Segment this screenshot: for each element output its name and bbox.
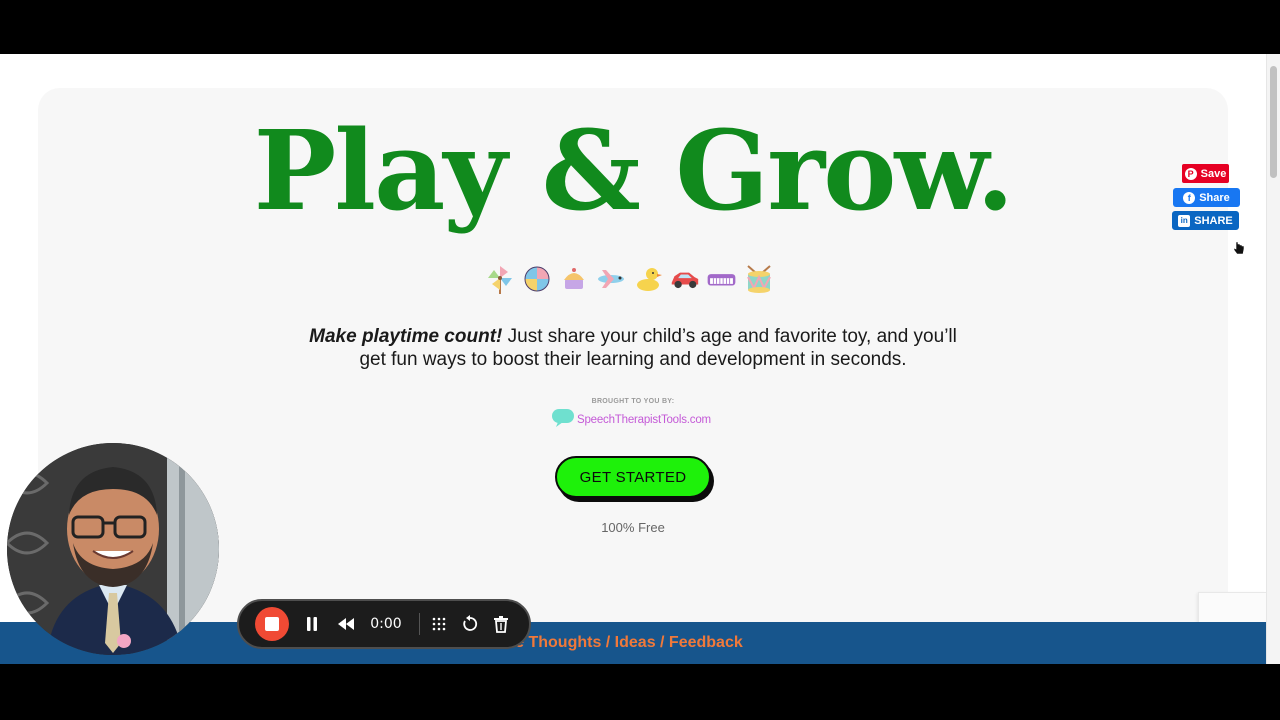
recording-timer: 0:00 [370, 616, 402, 632]
grid-dots-icon [432, 617, 446, 631]
page-scrollbar[interactable] [1266, 54, 1280, 664]
cupcake-toy-icon [558, 264, 589, 294]
sponsor-label: BROUGHT TO YOU BY: [591, 398, 675, 405]
scrollbar-thumb[interactable] [1270, 66, 1277, 178]
trash-icon [494, 616, 508, 633]
pinterest-label: Save [1200, 167, 1227, 180]
pinterest-icon: P [1184, 167, 1197, 180]
free-note: 100% Free [601, 520, 665, 535]
get-started-button[interactable]: GET STARTED [555, 456, 711, 498]
restart-icon [463, 615, 478, 631]
rewind-button[interactable] [333, 611, 359, 637]
pause-button[interactable] [299, 611, 325, 637]
restart-button[interactable] [457, 611, 483, 637]
linkedin-label: SHARE [1194, 214, 1233, 227]
toolbar-divider [419, 613, 420, 635]
facebook-label: Share [1199, 191, 1230, 204]
feedback-link[interactable]: are Thoughts / Ideas / Feedback [500, 634, 743, 652]
pinwheel-icon [484, 264, 515, 294]
presenter-webcam-avatar [7, 443, 219, 655]
speech-bubble-icon [551, 408, 575, 433]
screen-recorder-toolbar: 0:00 [237, 599, 531, 649]
duck-icon [632, 264, 663, 294]
intro-paragraph: Make playtime count! Just share your chi… [300, 325, 966, 371]
sponsor-logo[interactable]: SpeechTherapistTools.com [551, 408, 711, 433]
sponsor-brand: SpeechTherapistTools.com [577, 414, 711, 426]
linkedin-icon: in [1178, 214, 1191, 227]
linkedin-share-button[interactable]: in SHARE [1172, 211, 1239, 230]
drum-icon [743, 264, 774, 294]
toy-icons-row [484, 262, 780, 296]
delete-button[interactable] [488, 611, 514, 637]
stop-recording-button[interactable] [255, 607, 289, 641]
intro-emphasis: Make playtime count! [309, 326, 503, 347]
pinterest-save-button[interactable]: P Save [1182, 164, 1229, 183]
page-title: Play & Grow. [253, 106, 1015, 235]
rewind-icon [338, 618, 354, 630]
pause-icon [307, 617, 317, 631]
recaptcha-badge[interactable] [1198, 592, 1266, 626]
facebook-share-button[interactable]: f Share [1173, 188, 1240, 207]
keyboard-icon [706, 264, 737, 294]
facebook-icon: f [1183, 191, 1196, 204]
hand-cursor-icon [1233, 241, 1245, 255]
ball-icon [521, 264, 552, 294]
car-icon [669, 264, 700, 294]
stop-icon [265, 617, 279, 631]
drag-handle[interactable] [426, 611, 452, 637]
letterbox-bottom [0, 664, 1280, 720]
letterbox-top [0, 0, 1280, 54]
plane-icon [595, 264, 626, 294]
